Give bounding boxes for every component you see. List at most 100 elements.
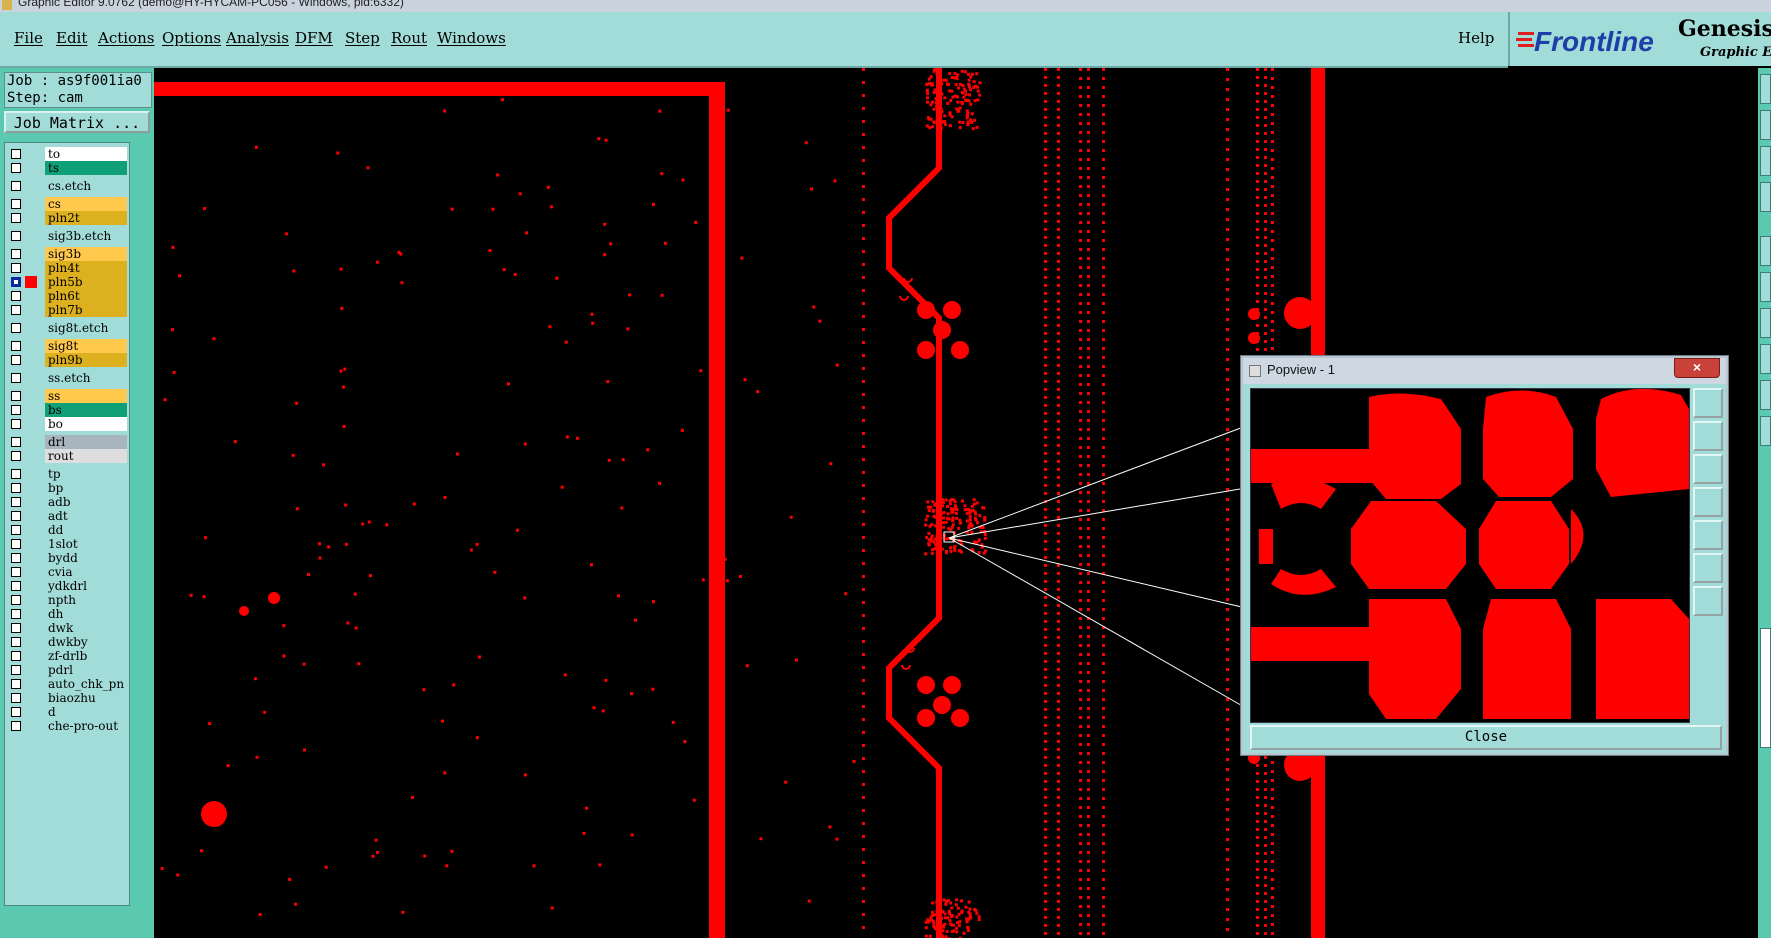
layer-row-pdrl[interactable]: pdrl: [9, 663, 127, 677]
layer-name[interactable]: ss: [45, 389, 127, 403]
layer-name[interactable]: adb: [45, 495, 127, 509]
job-matrix-button[interactable]: Job Matrix ...: [4, 111, 150, 133]
layer-checkbox[interactable]: [11, 291, 21, 301]
close-icon[interactable]: ×: [1674, 358, 1720, 378]
layer-row-dwk[interactable]: dwk: [9, 621, 127, 635]
layer-checkbox[interactable]: [11, 609, 21, 619]
layer-row-pln9b[interactable]: pln9b: [9, 353, 127, 367]
layer-row-drl[interactable]: drl: [9, 435, 127, 449]
popview-zoom-area[interactable]: [1250, 388, 1690, 723]
menu-file[interactable]: File: [14, 29, 43, 47]
layer-name[interactable]: pln9b: [45, 353, 127, 367]
layer-checkbox[interactable]: [11, 341, 21, 351]
layer-row-pln2t[interactable]: pln2t: [9, 211, 127, 225]
layer-row-d[interactable]: d: [9, 705, 127, 719]
layer-row-ss.etch[interactable]: ss.etch: [9, 371, 127, 385]
layer-checkbox[interactable]: [11, 451, 21, 461]
layer-checkbox[interactable]: [11, 437, 21, 447]
layer-name[interactable]: d: [45, 705, 127, 719]
layer-row-ss[interactable]: ss: [9, 389, 127, 403]
layer-name[interactable]: tp: [45, 467, 127, 481]
layer-row-sig3b.etch[interactable]: sig3b.etch: [9, 229, 127, 243]
layer-checkbox[interactable]: [11, 665, 21, 675]
layer-checkbox[interactable]: [11, 181, 21, 191]
layer-name[interactable]: pln6t: [45, 289, 127, 303]
layer-name[interactable]: sig3b.etch: [45, 229, 127, 243]
pan-down-icon[interactable]: [1693, 454, 1723, 484]
layer-name[interactable]: 1slot: [45, 537, 127, 551]
layer-name[interactable]: rout: [45, 449, 127, 463]
layer-checkbox[interactable]: [11, 277, 21, 287]
layer-checkbox[interactable]: [11, 305, 21, 315]
layer-checkbox[interactable]: [11, 199, 21, 209]
layer-checkbox[interactable]: [11, 651, 21, 661]
layer-row-pln5b[interactable]: pln5b: [9, 275, 127, 289]
toolbar-button[interactable]: [1760, 344, 1771, 374]
layer-checkbox[interactable]: [11, 581, 21, 591]
pan-left-icon[interactable]: [1693, 487, 1723, 517]
zoom-fit-icon[interactable]: [1693, 388, 1723, 418]
layer-row-sig8t.etch[interactable]: sig8t.etch: [9, 321, 127, 335]
layer-name[interactable]: pln2t: [45, 211, 127, 225]
layer-row-bydd[interactable]: bydd: [9, 551, 127, 565]
pan-up-icon[interactable]: [1693, 421, 1723, 451]
pan-right-icon[interactable]: [1693, 520, 1723, 550]
layer-checkbox[interactable]: [11, 679, 21, 689]
layer-checkbox[interactable]: [11, 553, 21, 563]
layer-row-adt[interactable]: adt: [9, 509, 127, 523]
layer-checkbox[interactable]: [11, 163, 21, 173]
zoom-in-icon[interactable]: [1693, 553, 1723, 583]
layer-name[interactable]: drl: [45, 435, 127, 449]
layer-checkbox[interactable]: [11, 539, 21, 549]
popview-close-button[interactable]: Close: [1250, 725, 1722, 750]
layer-name[interactable]: ts: [45, 161, 127, 175]
layer-row-rout[interactable]: rout: [9, 449, 127, 463]
menu-edit[interactable]: Edit: [56, 29, 87, 47]
layer-name[interactable]: dd: [45, 523, 127, 537]
layer-row-sig3b[interactable]: sig3b: [9, 247, 127, 261]
layer-name[interactable]: cvia: [45, 565, 127, 579]
layer-checkbox[interactable]: [11, 249, 21, 259]
toolbar-button[interactable]: [1760, 236, 1771, 266]
layer-row-1slot[interactable]: 1slot: [9, 537, 127, 551]
layer-checkbox[interactable]: [11, 721, 21, 731]
layer-row-adb[interactable]: adb: [9, 495, 127, 509]
layer-row-ydkdrl[interactable]: ydkdrl: [9, 579, 127, 593]
menu-options[interactable]: Options: [162, 29, 221, 47]
layer-name[interactable]: bo: [45, 417, 127, 431]
layer-row-bo[interactable]: bo: [9, 417, 127, 431]
layer-name[interactable]: pln7b: [45, 303, 127, 317]
layer-name[interactable]: sig3b: [45, 247, 127, 261]
layer-row-npth[interactable]: npth: [9, 593, 127, 607]
layer-checkbox[interactable]: [11, 323, 21, 333]
layer-checkbox[interactable]: [11, 525, 21, 535]
layer-row-cs.etch[interactable]: cs.etch: [9, 179, 127, 193]
layer-row-to[interactable]: to: [9, 147, 127, 161]
layer-row-dwkby[interactable]: dwkby: [9, 635, 127, 649]
zoom-out-icon[interactable]: [1693, 586, 1723, 616]
menu-rout[interactable]: Rout: [391, 29, 427, 47]
toolbar-button[interactable]: [1760, 182, 1771, 212]
layer-row-bp[interactable]: bp: [9, 481, 127, 495]
layer-row-dh[interactable]: dh: [9, 607, 127, 621]
layer-name[interactable]: dwkby: [45, 635, 127, 649]
menu-analysis[interactable]: Analysis: [226, 29, 289, 47]
layer-checkbox[interactable]: [11, 213, 21, 223]
layer-checkbox[interactable]: [11, 355, 21, 365]
layer-name[interactable]: ydkdrl: [45, 579, 127, 593]
layer-name[interactable]: biaozhu: [45, 691, 127, 705]
toolbar-button[interactable]: [1760, 74, 1771, 104]
layer-checkbox[interactable]: [11, 511, 21, 521]
layer-row-biaozhu[interactable]: biaozhu: [9, 691, 127, 705]
layer-checkbox[interactable]: [11, 707, 21, 717]
layer-checkbox[interactable]: [11, 373, 21, 383]
toolbar-button[interactable]: [1760, 380, 1771, 410]
layer-row-dd[interactable]: dd: [9, 523, 127, 537]
layer-name[interactable]: to: [45, 147, 127, 161]
layer-row-pln6t[interactable]: pln6t: [9, 289, 127, 303]
layer-row-ts[interactable]: ts: [9, 161, 127, 175]
layer-checkbox[interactable]: [11, 405, 21, 415]
toolbar-button[interactable]: [1760, 110, 1771, 140]
layer-checkbox[interactable]: [11, 263, 21, 273]
layer-name[interactable]: pdrl: [45, 663, 127, 677]
